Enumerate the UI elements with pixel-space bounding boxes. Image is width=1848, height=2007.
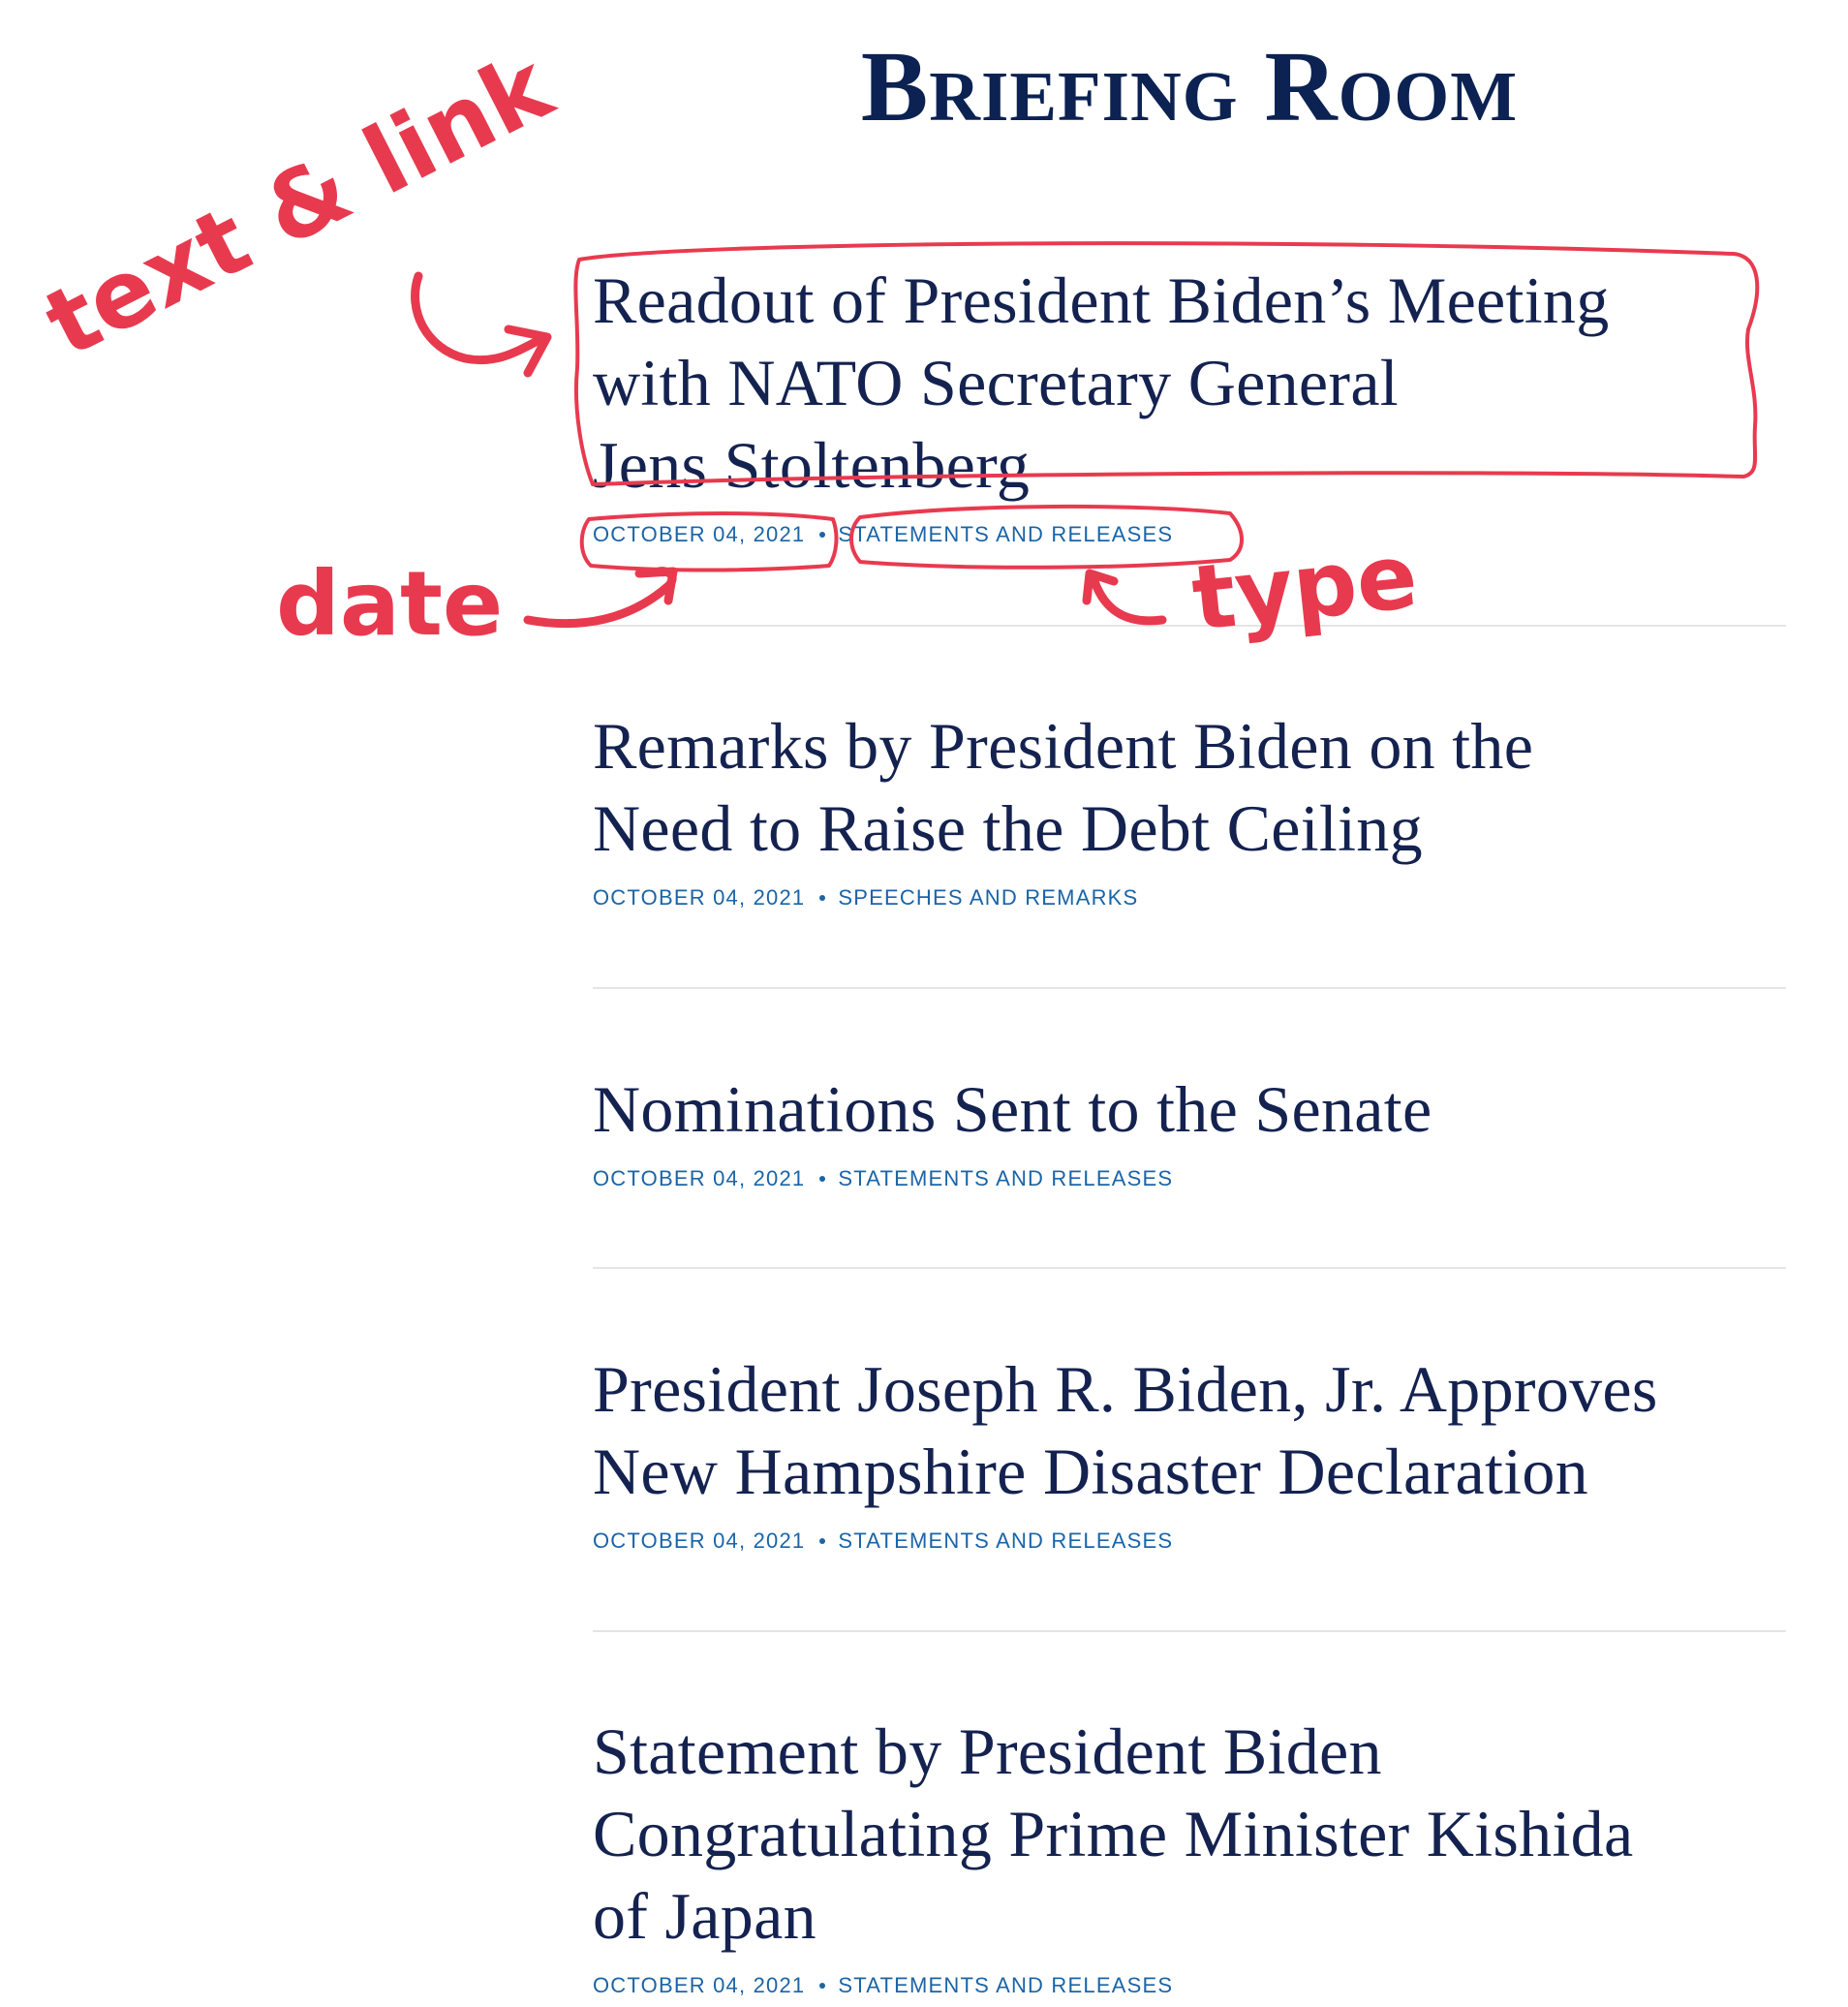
post-date: OCTOBER 04, 2021 — [593, 1528, 806, 1553]
post-meta: OCTOBER 04, 2021 STATEMENTS AND RELEASES — [593, 1528, 1786, 1554]
list-item: Statement by President Biden Congratulat… — [593, 1711, 1786, 1998]
bullet-separator — [819, 1176, 826, 1182]
post-meta: OCTOBER 04, 2021 SPEECHES AND REMARKS — [593, 885, 1786, 911]
post-type-link[interactable]: STATEMENTS AND RELEASES — [838, 1528, 1173, 1554]
post-date: OCTOBER 04, 2021 — [593, 885, 806, 910]
post-date: OCTOBER 04, 2021 — [593, 1973, 806, 1997]
bullet-separator — [819, 895, 826, 901]
bullet-separator — [819, 1983, 826, 1989]
arrow-text-link — [411, 271, 542, 365]
post-title-link[interactable]: Remarks by President Biden on the Need t… — [593, 705, 1786, 870]
divider — [593, 1630, 1786, 1632]
annotation-date: date — [276, 552, 503, 656]
post-title-line: New Hampshire Disaster Declaration — [593, 1435, 1588, 1508]
post-title-link[interactable]: President Joseph R. Biden, Jr. Approves … — [593, 1348, 1786, 1513]
post-meta: OCTOBER 04, 2021 STATEMENTS AND RELEASES — [593, 1166, 1786, 1191]
arrow-text-link-head — [504, 324, 552, 378]
briefing-post-list: Readout of President Biden’s Meeting wit… — [593, 0, 1786, 2007]
post-meta: OCTOBER 04, 2021 STATEMENTS AND RELEASES — [593, 522, 1786, 547]
annotation-text-link: text & link — [29, 31, 570, 378]
divider — [593, 625, 1786, 627]
post-title-line: Remarks by President Biden on the — [593, 709, 1534, 783]
list-item: Readout of President Biden’s Meeting wit… — [593, 260, 1786, 547]
post-date: OCTOBER 04, 2021 — [593, 1166, 806, 1190]
post-title-line: Need to Raise the Debt Ceiling — [593, 791, 1423, 865]
post-meta: OCTOBER 04, 2021 STATEMENTS AND RELEASES — [593, 1973, 1786, 1998]
post-type-link[interactable]: STATEMENTS AND RELEASES — [838, 522, 1173, 547]
post-title-line: Congratulating Prime Minister Kishida — [593, 1797, 1634, 1870]
list-item: Remarks by President Biden on the Need t… — [593, 705, 1786, 911]
post-title-line: Nominations Sent to the Senate — [593, 1072, 1432, 1146]
divider — [593, 1267, 1786, 1269]
post-title-line: with NATO Secretary General — [593, 346, 1400, 419]
post-title-line: of Japan — [593, 1879, 816, 1953]
post-title-line: Statement by President Biden — [593, 1714, 1382, 1788]
post-type-link[interactable]: STATEMENTS AND RELEASES — [838, 1166, 1173, 1191]
divider — [593, 987, 1786, 989]
list-item: President Joseph R. Biden, Jr. Approves … — [593, 1348, 1786, 1554]
bullet-separator — [819, 532, 826, 538]
post-title-link[interactable]: Statement by President Biden Congratulat… — [593, 1711, 1786, 1958]
post-title-line: Jens Stoltenberg — [593, 428, 1031, 502]
post-type-link[interactable]: STATEMENTS AND RELEASES — [838, 1973, 1173, 1998]
post-title-line: Readout of President Biden’s Meeting — [593, 263, 1610, 337]
post-title-link[interactable]: Nominations Sent to the Senate — [593, 1068, 1786, 1151]
post-type-link[interactable]: SPEECHES AND REMARKS — [838, 885, 1138, 911]
bullet-separator — [819, 1538, 826, 1544]
post-date: OCTOBER 04, 2021 — [593, 522, 806, 546]
post-title-line: President Joseph R. Biden, Jr. Approves — [593, 1352, 1658, 1426]
list-item: Nominations Sent to the Senate OCTOBER 0… — [593, 1068, 1786, 1191]
post-title-link[interactable]: Readout of President Biden’s Meeting wit… — [593, 260, 1786, 507]
